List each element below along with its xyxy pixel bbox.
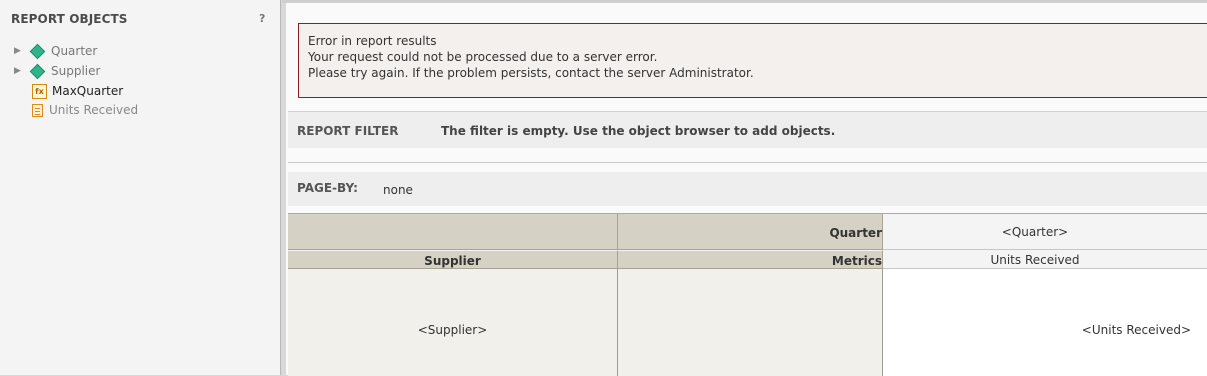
metric-header-units-received[interactable]: Units Received xyxy=(883,250,1207,269)
tree-item-maxquarter[interactable]: fx MaxQuarter xyxy=(14,82,123,100)
error-instructions: Please try again. If the problem persist… xyxy=(308,66,754,80)
tree-item-units-received[interactable]: Units Received xyxy=(14,101,138,119)
grid-corner-cell xyxy=(288,214,618,250)
tree-item-supplier[interactable]: ▶ Supplier xyxy=(14,62,100,80)
page-by-value: none xyxy=(383,183,413,197)
attribute-icon xyxy=(29,63,46,79)
metric-icon xyxy=(32,103,43,117)
report-filter-label: REPORT FILTER xyxy=(297,124,399,138)
metrics-empty-cell xyxy=(618,269,883,376)
divider xyxy=(288,162,1207,163)
panel-title: REPORT OBJECTS xyxy=(11,12,128,26)
expand-arrow-icon[interactable]: ▶ xyxy=(14,66,24,76)
error-message-box: Error in report results Your request cou… xyxy=(298,23,1207,98)
tree-item-label: MaxQuarter xyxy=(52,84,124,98)
function-icon: fx xyxy=(32,83,47,99)
metrics-column-header[interactable]: Metrics xyxy=(618,250,883,269)
tree-item-label: Supplier xyxy=(51,64,101,78)
quarter-column-header[interactable]: Quarter xyxy=(618,214,883,250)
units-received-value-cell[interactable]: <Units Received> xyxy=(883,269,1207,376)
tree-item-quarter[interactable]: ▶ Quarter xyxy=(14,42,97,60)
report-filter-bar[interactable]: REPORT FILTER The filter is empty. Use t… xyxy=(288,111,1207,148)
report-main-area: Error in report results Your request cou… xyxy=(282,0,1207,376)
tree-item-label: Quarter xyxy=(51,44,98,58)
error-title: Error in report results xyxy=(308,34,437,48)
page-by-label: PAGE-BY: xyxy=(297,181,358,195)
page-by-bar[interactable]: PAGE-BY: none xyxy=(288,172,1207,206)
help-icon[interactable]: ? xyxy=(259,12,265,25)
error-detail: Your request could not be processed due … xyxy=(308,50,658,64)
quarter-value-header[interactable]: <Quarter> xyxy=(883,214,1207,250)
supplier-value-cell[interactable]: <Supplier> xyxy=(288,269,618,376)
attribute-icon xyxy=(29,43,46,59)
tree-item-label: Units Received xyxy=(49,103,139,117)
report-grid: Quarter <Quarter> Supplier Metrics Units… xyxy=(288,213,1207,376)
report-objects-panel: REPORT OBJECTS ? ▶ Quarter ▶ Supplier fx… xyxy=(0,0,281,375)
supplier-column-header[interactable]: Supplier xyxy=(288,250,618,269)
expand-arrow-icon[interactable]: ▶ xyxy=(14,46,24,56)
report-filter-message: The filter is empty. Use the object brow… xyxy=(441,124,836,138)
